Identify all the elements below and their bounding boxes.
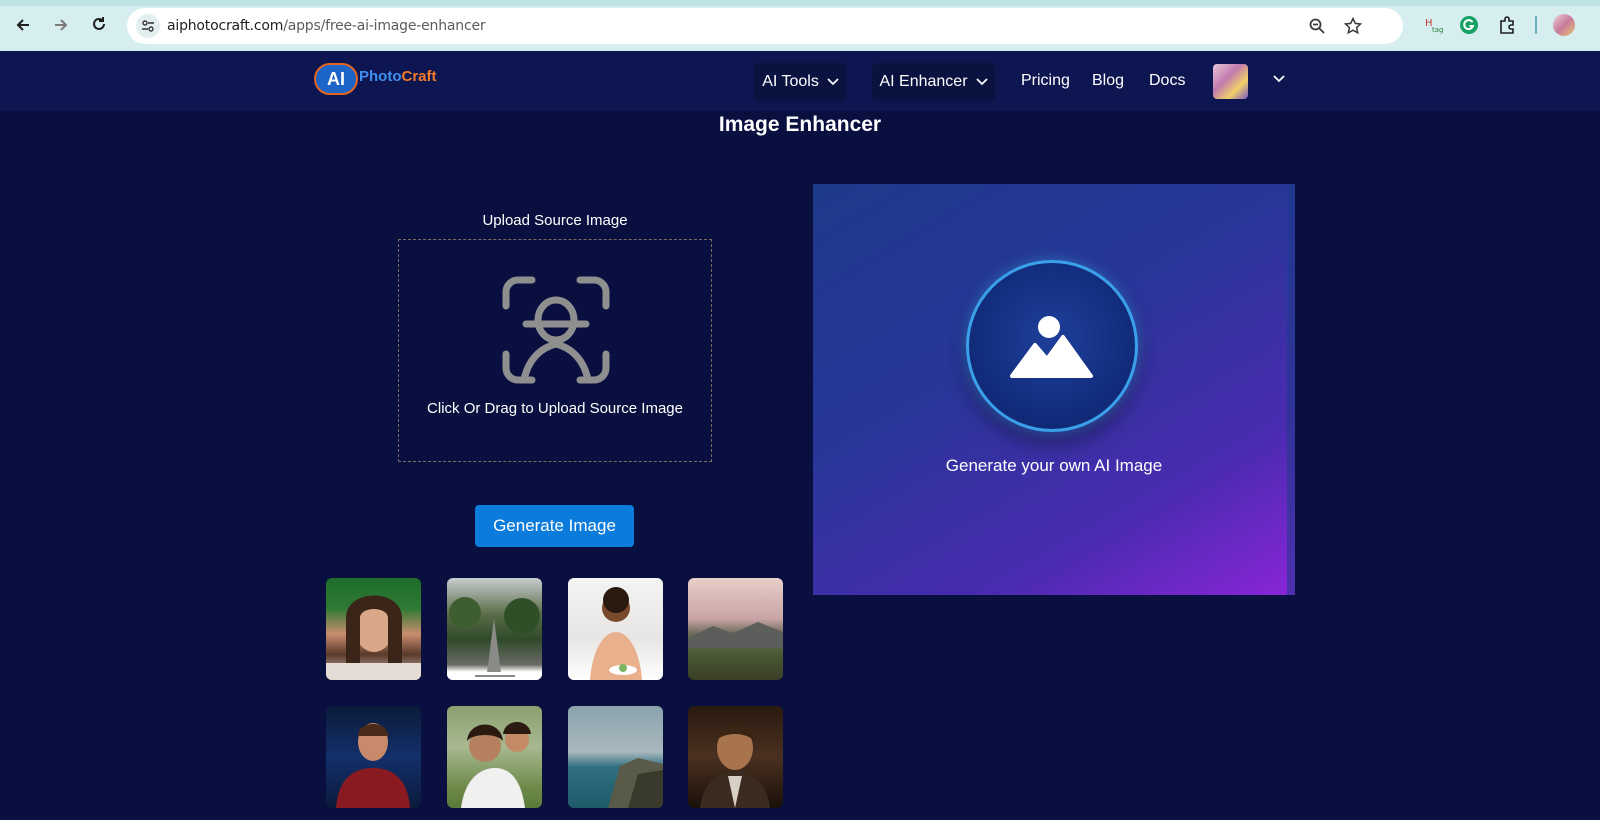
grammarly-icon[interactable] [1458,14,1480,36]
back-icon[interactable] [9,11,37,39]
page-title: Image Enhancer [718,113,882,136]
dropzone-text: Click Or Drag to Upload Source Image [427,400,683,417]
logo-ai-badge: AI [314,63,358,95]
reload-icon[interactable] [85,11,113,39]
sample-thumbnail[interactable] [326,578,421,680]
face-scan-icon [502,276,610,384]
chevron-down-icon [975,73,988,91]
sample-thumbnail[interactable] [568,706,663,808]
sample-thumbnail[interactable] [447,578,542,680]
preview-text: Generate your own AI Image [945,456,1163,475]
site-header: AI PhotoCraft AI Tools AI Enhancer Prici… [0,51,1600,111]
forward-icon[interactable] [47,11,75,39]
preview-edge [1287,184,1295,595]
profile-avatar-icon[interactable] [1553,14,1575,36]
nav-ai-enhancer[interactable]: AI Enhancer [872,63,995,101]
url-path: /apps/free-ai-image-enhancer [283,18,486,34]
account-chevron-icon[interactable] [1272,71,1286,89]
url-text[interactable]: aiphotocraft.com/apps/free-ai-image-enha… [167,18,486,34]
bookmark-star-icon[interactable] [1343,16,1363,36]
nav-ai-enhancer-label: AI Enhancer [879,73,968,90]
output-preview-panel: Generate your own AI Image [813,184,1295,595]
sample-thumbnail[interactable] [568,578,663,680]
toolbar-divider [1535,16,1537,34]
browser-toolbar: aiphotocraft.com/apps/free-ai-image-enha… [0,0,1600,51]
nav-ai-tools[interactable]: AI Tools [754,63,847,101]
upload-dropzone[interactable]: Click Or Drag to Upload Source Image [398,239,712,462]
sample-thumbnail[interactable] [688,706,783,808]
nav-pricing[interactable]: Pricing [1021,72,1070,90]
sample-thumbnail[interactable] [688,578,783,680]
logo-photo: Photo [359,68,402,85]
nav-blog[interactable]: Blog [1092,72,1124,90]
sample-thumbnail[interactable] [326,706,421,808]
zoom-icon[interactable] [1307,16,1327,36]
site-settings-icon[interactable] [136,14,160,38]
image-placeholder-icon [966,260,1138,432]
sample-thumbnail[interactable] [447,706,542,808]
nav-docs[interactable]: Docs [1149,72,1185,90]
extensions-puzzle-icon[interactable] [1497,14,1519,36]
hashtag-extension-icon[interactable]: Htag [1422,14,1444,36]
logo-text: PhotoCraft [359,68,437,85]
nav-ai-tools-label: AI Tools [762,73,819,90]
site-logo[interactable]: AI PhotoCraft [314,60,449,98]
chevron-down-icon [827,73,839,91]
generate-image-button[interactable]: Generate Image [475,505,634,547]
svg-text:tag: tag [1432,26,1443,34]
address-bar[interactable]: aiphotocraft.com/apps/free-ai-image-enha… [127,8,1403,44]
user-avatar[interactable] [1213,64,1248,99]
logo-craft: Craft [401,68,437,85]
url-domain: aiphotocraft.com [167,18,284,34]
tab-strip [0,0,1600,6]
upload-label: Upload Source Image [482,212,628,229]
